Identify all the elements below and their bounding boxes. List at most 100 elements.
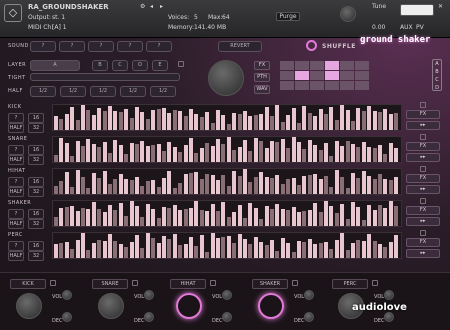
track-fx-button[interactable]: FX <box>406 142 440 151</box>
step-bar[interactable] <box>86 209 91 226</box>
step-bar[interactable] <box>167 171 172 194</box>
step-bar[interactable] <box>64 207 69 226</box>
step-bar[interactable] <box>270 240 274 258</box>
step-bar[interactable] <box>140 141 145 162</box>
half-toggle[interactable]: 1/2 <box>120 86 146 97</box>
step-bar[interactable] <box>243 111 247 130</box>
step-bar[interactable] <box>70 249 75 258</box>
step-bar[interactable] <box>75 120 80 130</box>
step-bar[interactable] <box>221 237 226 258</box>
step-bar[interactable] <box>394 113 399 130</box>
step-bar[interactable] <box>221 175 226 194</box>
step-bar[interactable] <box>280 139 285 162</box>
step-bar[interactable] <box>97 178 102 194</box>
step-bar[interactable] <box>102 142 107 162</box>
lock-icon[interactable] <box>178 61 184 67</box>
track-fx-button[interactable]: FX <box>406 238 440 247</box>
step-bar[interactable] <box>108 184 112 194</box>
step-bar[interactable] <box>286 210 291 226</box>
step-bar[interactable] <box>81 177 85 194</box>
track-steps-32[interactable]: 32 <box>28 187 44 197</box>
step-bar[interactable] <box>291 137 296 162</box>
step-bar[interactable] <box>81 208 85 226</box>
track-sequencer[interactable] <box>52 232 402 259</box>
track-fx-button[interactable]: FX <box>406 206 440 215</box>
dec-knob[interactable] <box>304 312 314 322</box>
tune-knob[interactable] <box>340 6 356 22</box>
step-bar[interactable] <box>286 148 291 162</box>
step-bar[interactable] <box>318 150 323 162</box>
step-bar[interactable] <box>378 244 382 258</box>
step-bar[interactable] <box>145 181 150 194</box>
layer-pad[interactable] <box>355 71 369 80</box>
step-bar[interactable] <box>329 107 334 130</box>
step-bar[interactable] <box>275 175 280 194</box>
track-fx-button[interactable]: FX <box>406 110 440 119</box>
step-bar[interactable] <box>75 240 80 258</box>
step-bar[interactable] <box>378 112 382 130</box>
step-bar[interactable] <box>324 114 328 130</box>
step-bar[interactable] <box>334 240 339 258</box>
step-bar[interactable] <box>264 177 269 194</box>
step-bar[interactable] <box>216 211 220 226</box>
step-bar[interactable] <box>226 124 231 130</box>
step-bar[interactable] <box>226 137 231 162</box>
step-bar[interactable] <box>199 148 204 162</box>
track-sequencer[interactable] <box>52 104 402 131</box>
step-bar[interactable] <box>372 241 377 258</box>
step-bar[interactable] <box>361 241 366 258</box>
pv-button[interactable]: PV <box>416 24 424 31</box>
shuffle-icon[interactable] <box>306 40 317 51</box>
purge-button[interactable]: Purge <box>276 12 300 21</box>
sound-slot[interactable]: ? <box>59 41 85 52</box>
step-bar[interactable] <box>378 174 382 194</box>
step-bar[interactable] <box>264 245 269 258</box>
step-bar[interactable] <box>388 114 393 130</box>
step-bar[interactable] <box>118 174 123 194</box>
track-next-button[interactable]: ▸▸ <box>406 185 440 194</box>
step-bar[interactable] <box>172 205 177 226</box>
half-toggle[interactable]: 1/2 <box>90 86 116 97</box>
step-bar[interactable] <box>356 147 361 162</box>
step-bar[interactable] <box>145 146 150 162</box>
layer-pad[interactable] <box>310 61 324 70</box>
track-next-button[interactable]: ▸▸ <box>406 121 440 130</box>
step-bar[interactable] <box>307 239 312 258</box>
step-bar[interactable] <box>313 244 318 258</box>
selector-a[interactable]: A <box>435 60 438 68</box>
sound-slot[interactable]: ? <box>146 41 172 52</box>
channel-label[interactable]: PERC <box>332 279 368 289</box>
step-bar[interactable] <box>340 177 345 194</box>
half-toggle[interactable]: 1/2 <box>150 86 176 97</box>
step-bar[interactable] <box>183 116 188 130</box>
step-bar[interactable] <box>372 111 377 130</box>
step-bar[interactable] <box>291 178 296 194</box>
step-bar[interactable] <box>178 245 183 258</box>
step-bar[interactable] <box>59 119 64 130</box>
vol-knob[interactable] <box>144 290 154 300</box>
step-bar[interactable] <box>334 213 339 226</box>
step-bar[interactable] <box>140 248 145 258</box>
step-bar[interactable] <box>156 218 161 226</box>
layer-pad[interactable] <box>340 61 354 70</box>
step-bar[interactable] <box>81 105 85 130</box>
step-bar[interactable] <box>291 207 296 226</box>
step-bar[interactable] <box>345 250 350 258</box>
step-bar[interactable] <box>59 243 64 258</box>
step-bar[interactable] <box>361 220 366 226</box>
step-bar[interactable] <box>394 148 399 162</box>
lock-icon[interactable] <box>132 280 138 286</box>
step-bar[interactable] <box>275 105 280 130</box>
layer-b-button[interactable]: B <box>92 60 108 71</box>
pitch-button[interactable]: PTH <box>254 73 270 82</box>
step-bar[interactable] <box>70 206 75 226</box>
step-bar[interactable] <box>340 204 345 226</box>
step-bar[interactable] <box>318 109 323 130</box>
lock-icon[interactable] <box>420 166 426 172</box>
step-bar[interactable] <box>280 184 285 194</box>
step-bar[interactable] <box>151 110 156 130</box>
step-bar[interactable] <box>243 169 247 194</box>
step-bar[interactable] <box>264 148 269 162</box>
track-next-button[interactable]: ▸▸ <box>406 217 440 226</box>
layer-pad[interactable] <box>310 71 324 80</box>
